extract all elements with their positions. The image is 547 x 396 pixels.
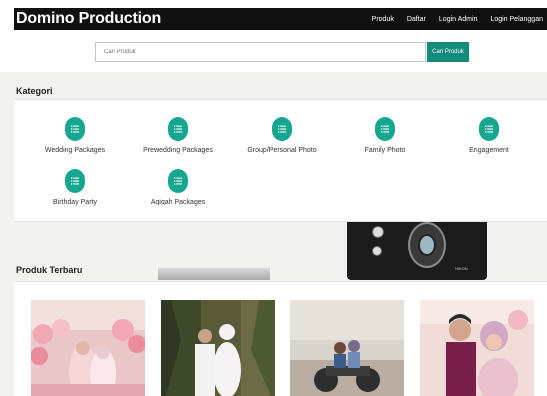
list-icon [375,117,395,141]
category-aqiqah-packages[interactable]: Aqiqah Packages [123,169,233,206]
category-label: Wedding Packages [44,147,106,154]
nav-links: Produk Daftar Login Admin Login Pelangga… [372,16,543,23]
category-prewedding-packages[interactable]: Prewedding Packages [123,117,233,154]
produk-terbaru-heading: Produk Terbaru [16,265,83,275]
category-birthday-party[interactable]: Birthday Party [20,169,130,206]
nav-link-produk[interactable]: Produk [372,16,394,23]
nav-link-login-admin[interactable]: Login Admin [439,16,478,23]
camera-knob-decor [372,226,384,238]
navbar: Domino Production Produk Daftar Login Ad… [14,8,547,30]
product-photo-1[interactable] [31,300,145,396]
list-icon [479,117,499,141]
brand-logo[interactable]: Domino Production [16,10,161,28]
category-label: Family Photo [364,147,406,154]
camera-brand-label: NIKON [455,266,468,271]
nav-link-login-pelanggan[interactable]: Login Pelanggan [490,16,543,23]
camera-lens-glass-decor [418,234,436,256]
list-icon [272,117,292,141]
list-icon [168,169,188,193]
category-engagement[interactable]: Engagement [434,117,544,154]
category-label: Aqiqah Packages [150,199,206,206]
silver-device-decor [158,266,270,280]
category-wedding-packages[interactable]: Wedding Packages [20,117,130,154]
search-button[interactable]: Cari Produk [427,42,469,62]
category-label: Group/Personal Photo [247,147,317,154]
category-label: Prewedding Packages [143,147,213,154]
category-group-personal-photo[interactable]: Group/Personal Photo [227,117,337,154]
category-label: Engagement [469,147,509,154]
category-family-photo[interactable]: Family Photo [330,117,440,154]
list-icon [65,117,85,141]
camera-knob-decor-2 [372,246,382,256]
category-label: Birthday Party [53,199,97,206]
kategori-card: Wedding Packages Prewedding Packages Gro… [14,99,547,222]
list-icon [168,117,188,141]
product-photo-2[interactable] [161,300,275,396]
list-icon [65,169,85,193]
product-photo-4[interactable] [420,300,534,396]
kategori-heading: Kategori [16,86,53,96]
search-input[interactable] [95,42,426,62]
product-photo-3[interactable] [290,300,404,396]
nav-link-daftar[interactable]: Daftar [407,16,426,23]
